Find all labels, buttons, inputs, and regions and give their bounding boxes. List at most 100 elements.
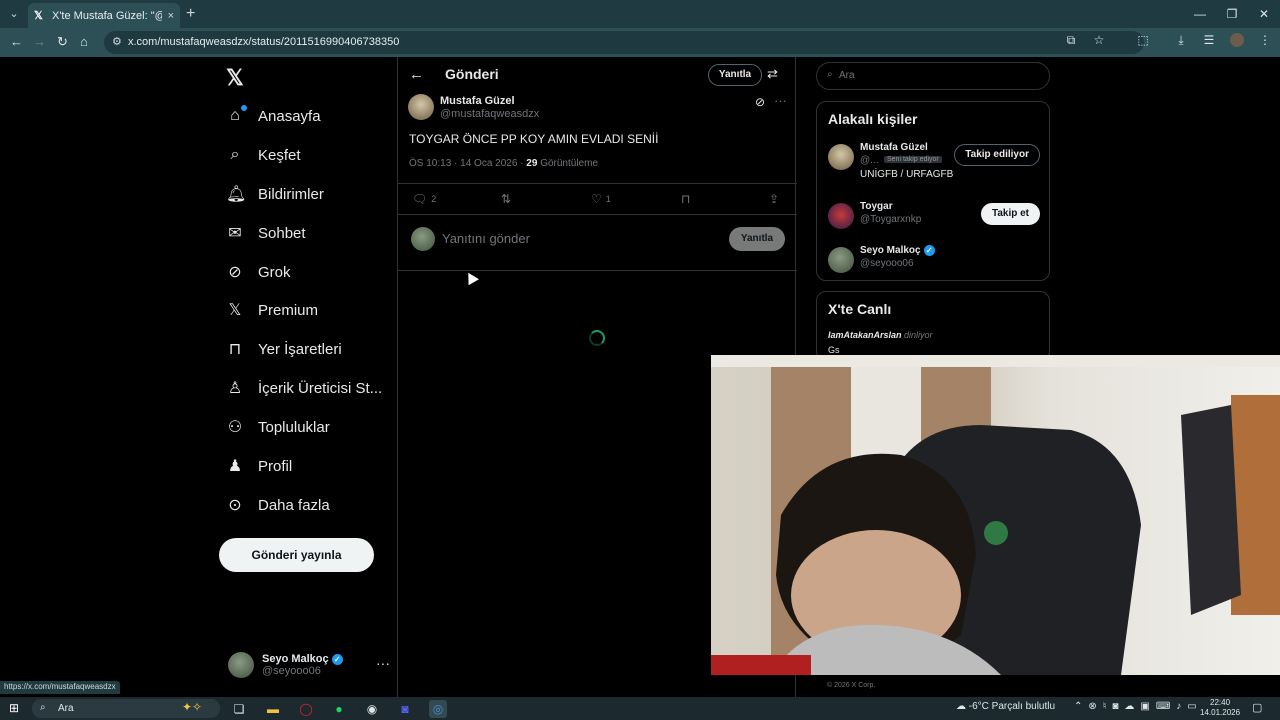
grok-explain-icon[interactable]: ⊘: [755, 95, 765, 109]
bell-icon: 🔔︎: [226, 186, 247, 203]
address-bar[interactable]: ⚙ x.com/mustafaqweasdzx/status/201151699…: [104, 31, 1144, 54]
verified-icon: ✓: [331, 653, 343, 665]
related-people-card: Alakalı kişiler Mustafa Güzel @... Seni …: [816, 101, 1050, 281]
account-switcher[interactable]: Seyo Malkoç ✓ @seyooo06 ···: [228, 647, 390, 683]
notification-center-icon[interactable]: ▢: [1252, 701, 1262, 714]
tab-search-menu-icon[interactable]: ⌄: [4, 4, 24, 24]
sparkle-icon: ✦✧: [182, 700, 203, 714]
reply-count: 2: [431, 194, 437, 204]
back-arrow-icon[interactable]: ←: [409, 66, 424, 83]
site-info-icon[interactable]: ⚙: [112, 35, 122, 48]
person-row[interactable]: Mustafa Güzel @... Seni takip ediyor UNİ…: [828, 142, 1040, 188]
minimize-icon[interactable]: —: [1184, 0, 1216, 28]
search-placeholder: Ara: [839, 70, 855, 81]
tab-close-icon[interactable]: ×: [168, 10, 174, 22]
nav-label: Topluluklar: [258, 418, 330, 436]
x-favicon-icon: 𝕏: [34, 10, 43, 22]
opera-icon[interactable]: ◯: [297, 700, 315, 718]
browser-menu-icon[interactable]: ⋮: [1258, 33, 1272, 48]
reading-list-icon[interactable]: ☰: [1202, 33, 1216, 48]
reply-submit-button[interactable]: Yanıtla: [729, 227, 785, 251]
post-button[interactable]: Gönderi yayınla: [219, 538, 374, 572]
download-icon[interactable]: ⤓: [1174, 33, 1188, 48]
steam-icon[interactable]: ◉: [363, 700, 381, 718]
network-icon[interactable]: ⌨: [1156, 701, 1170, 712]
tweet-author-handle[interactable]: @mustafaqweasdzx: [440, 108, 539, 120]
browser-tab-active[interactable]: 𝕏 X'te Mustafa Güzel: "@Toygarxnkp... ×: [28, 3, 180, 28]
nav-label: Grok: [258, 263, 291, 281]
file-explorer-icon[interactable]: ▬: [264, 700, 282, 718]
hanging-coat: [1181, 405, 1241, 615]
x-icon: 𝕏: [228, 302, 242, 319]
nav-item-bookmarks[interactable]: ⊓ Yer İşaretleri: [226, 334, 342, 364]
reply-input[interactable]: Yanıtını gönder: [442, 231, 530, 246]
task-view-icon[interactable]: ❏: [230, 700, 248, 718]
live-space-item[interactable]: IamAtakanArslan dinliyor: [828, 330, 933, 340]
follow-button[interactable]: Takip et: [980, 203, 1040, 225]
nav-item-more[interactable]: ⊙ Daha fazla: [226, 490, 329, 520]
nav-item-creator-studio[interactable]: ♙ İçerik Üreticisi St...: [226, 373, 382, 403]
battery-icon[interactable]: ▭: [1187, 701, 1196, 712]
microphone-icon[interactable]: ♮: [1103, 701, 1107, 712]
nav-label: Bildirimler: [258, 185, 324, 203]
chrome-icon[interactable]: ◎: [429, 700, 447, 718]
search-input[interactable]: ⌕ Ara: [816, 62, 1050, 90]
window-controls: — ❐ ✕: [1184, 0, 1280, 28]
system-clock[interactable]: 22:40 14.01.2026: [1200, 698, 1240, 718]
new-tab-button[interactable]: +: [186, 5, 195, 23]
filter-settings-icon[interactable]: ⇄: [767, 66, 778, 82]
nav-item-notifications[interactable]: 🔔︎ Bildirimler: [226, 179, 324, 209]
back-icon[interactable]: ←: [10, 34, 23, 49]
discord-icon[interactable]: ◙: [396, 700, 414, 718]
home-button-icon[interactable]: ⌂: [80, 34, 88, 49]
spotify-icon[interactable]: ●: [330, 700, 348, 718]
url-text[interactable]: x.com/mustafaqweasdzx/status/20115169904…: [128, 36, 399, 48]
repost-action[interactable]: ⇅: [501, 192, 511, 206]
restore-icon[interactable]: ❐: [1216, 0, 1248, 28]
clock-time: 22:40: [1210, 698, 1231, 707]
windows-start-icon[interactable]: ⊞: [9, 701, 19, 715]
nav-item-communities[interactable]: ⚇ Topluluklar: [226, 412, 330, 442]
tray-app-icon[interactable]: ⊗: [1088, 701, 1096, 712]
reply-header-button[interactable]: Yanıtla: [708, 64, 762, 86]
more-options-icon[interactable]: ···: [376, 655, 390, 671]
taskbar-search-label: Ara: [58, 703, 74, 714]
person-row[interactable]: Toygar @Toygarxnkp Takip et: [828, 201, 1040, 237]
nav-item-home[interactable]: ⌂ Anasayfa: [226, 101, 321, 131]
reply-action[interactable]: 🗨︎ 2: [412, 192, 436, 206]
tweet-text: TOYGAR ÖNCE PP KOY AMIN EVLADI SENİİ: [409, 132, 659, 146]
like-action[interactable]: ♡ 1: [591, 192, 611, 206]
nav-item-grok[interactable]: ⊘ Grok: [226, 257, 291, 287]
bookmark-icon: ⊓: [228, 341, 242, 358]
ceiling: [711, 355, 1280, 367]
tweet-more-icon[interactable]: ···: [774, 93, 787, 108]
browser-tab-bar: ⌄ 𝕏 X'te Mustafa Güzel: "@Toygarxnkp... …: [0, 0, 1280, 28]
chevron-up-icon[interactable]: ⌃: [1074, 701, 1082, 712]
nav-item-explore[interactable]: ⌕ Keşfet: [226, 140, 301, 170]
taskbar-search[interactable]: ⌕ Ara ✦✧: [32, 699, 220, 718]
tweet-author-name[interactable]: Mustafa Güzel: [440, 95, 515, 107]
following-button[interactable]: Takip ediliyor: [954, 144, 1040, 166]
profile-avatar-icon[interactable]: [1230, 33, 1244, 47]
tweet-author-avatar[interactable]: [408, 94, 434, 120]
star-icon[interactable]: ☆: [1092, 33, 1106, 48]
nav-item-profile[interactable]: ♟ Profil: [226, 451, 292, 481]
forward-icon[interactable]: →: [33, 34, 46, 49]
share-action[interactable]: ⇪: [769, 192, 779, 206]
reload-icon[interactable]: ↻: [57, 34, 68, 50]
x-logo-icon[interactable]: 𝕏: [226, 65, 244, 91]
bookmark-action[interactable]: ⊓: [681, 192, 690, 206]
close-window-icon[interactable]: ✕: [1248, 0, 1280, 28]
extensions-icon[interactable]: ⬚: [1136, 33, 1150, 48]
nav-item-premium[interactable]: 𝕏 Premium: [226, 295, 318, 325]
person-row[interactable]: Seyo Malkoç ✓ @seyooo06: [828, 245, 1040, 281]
cloud-icon[interactable]: ☁: [1124, 701, 1134, 712]
discord-tray-icon[interactable]: ◙: [1112, 701, 1118, 712]
nav-item-messages[interactable]: ✉ Sohbet: [226, 218, 305, 248]
tweet-timestamp[interactable]: ÖS 10:13 · 14 Oca 2026 ·: [409, 158, 526, 169]
weather-widget[interactable]: ☁ -6°C Parçalı bulutlu: [956, 701, 1055, 712]
volume-icon[interactable]: ♪: [1176, 701, 1181, 712]
install-app-icon[interactable]: ⧉: [1064, 33, 1078, 48]
profile-icon: ♟: [227, 458, 243, 475]
shield-icon[interactable]: ▣: [1140, 701, 1149, 712]
